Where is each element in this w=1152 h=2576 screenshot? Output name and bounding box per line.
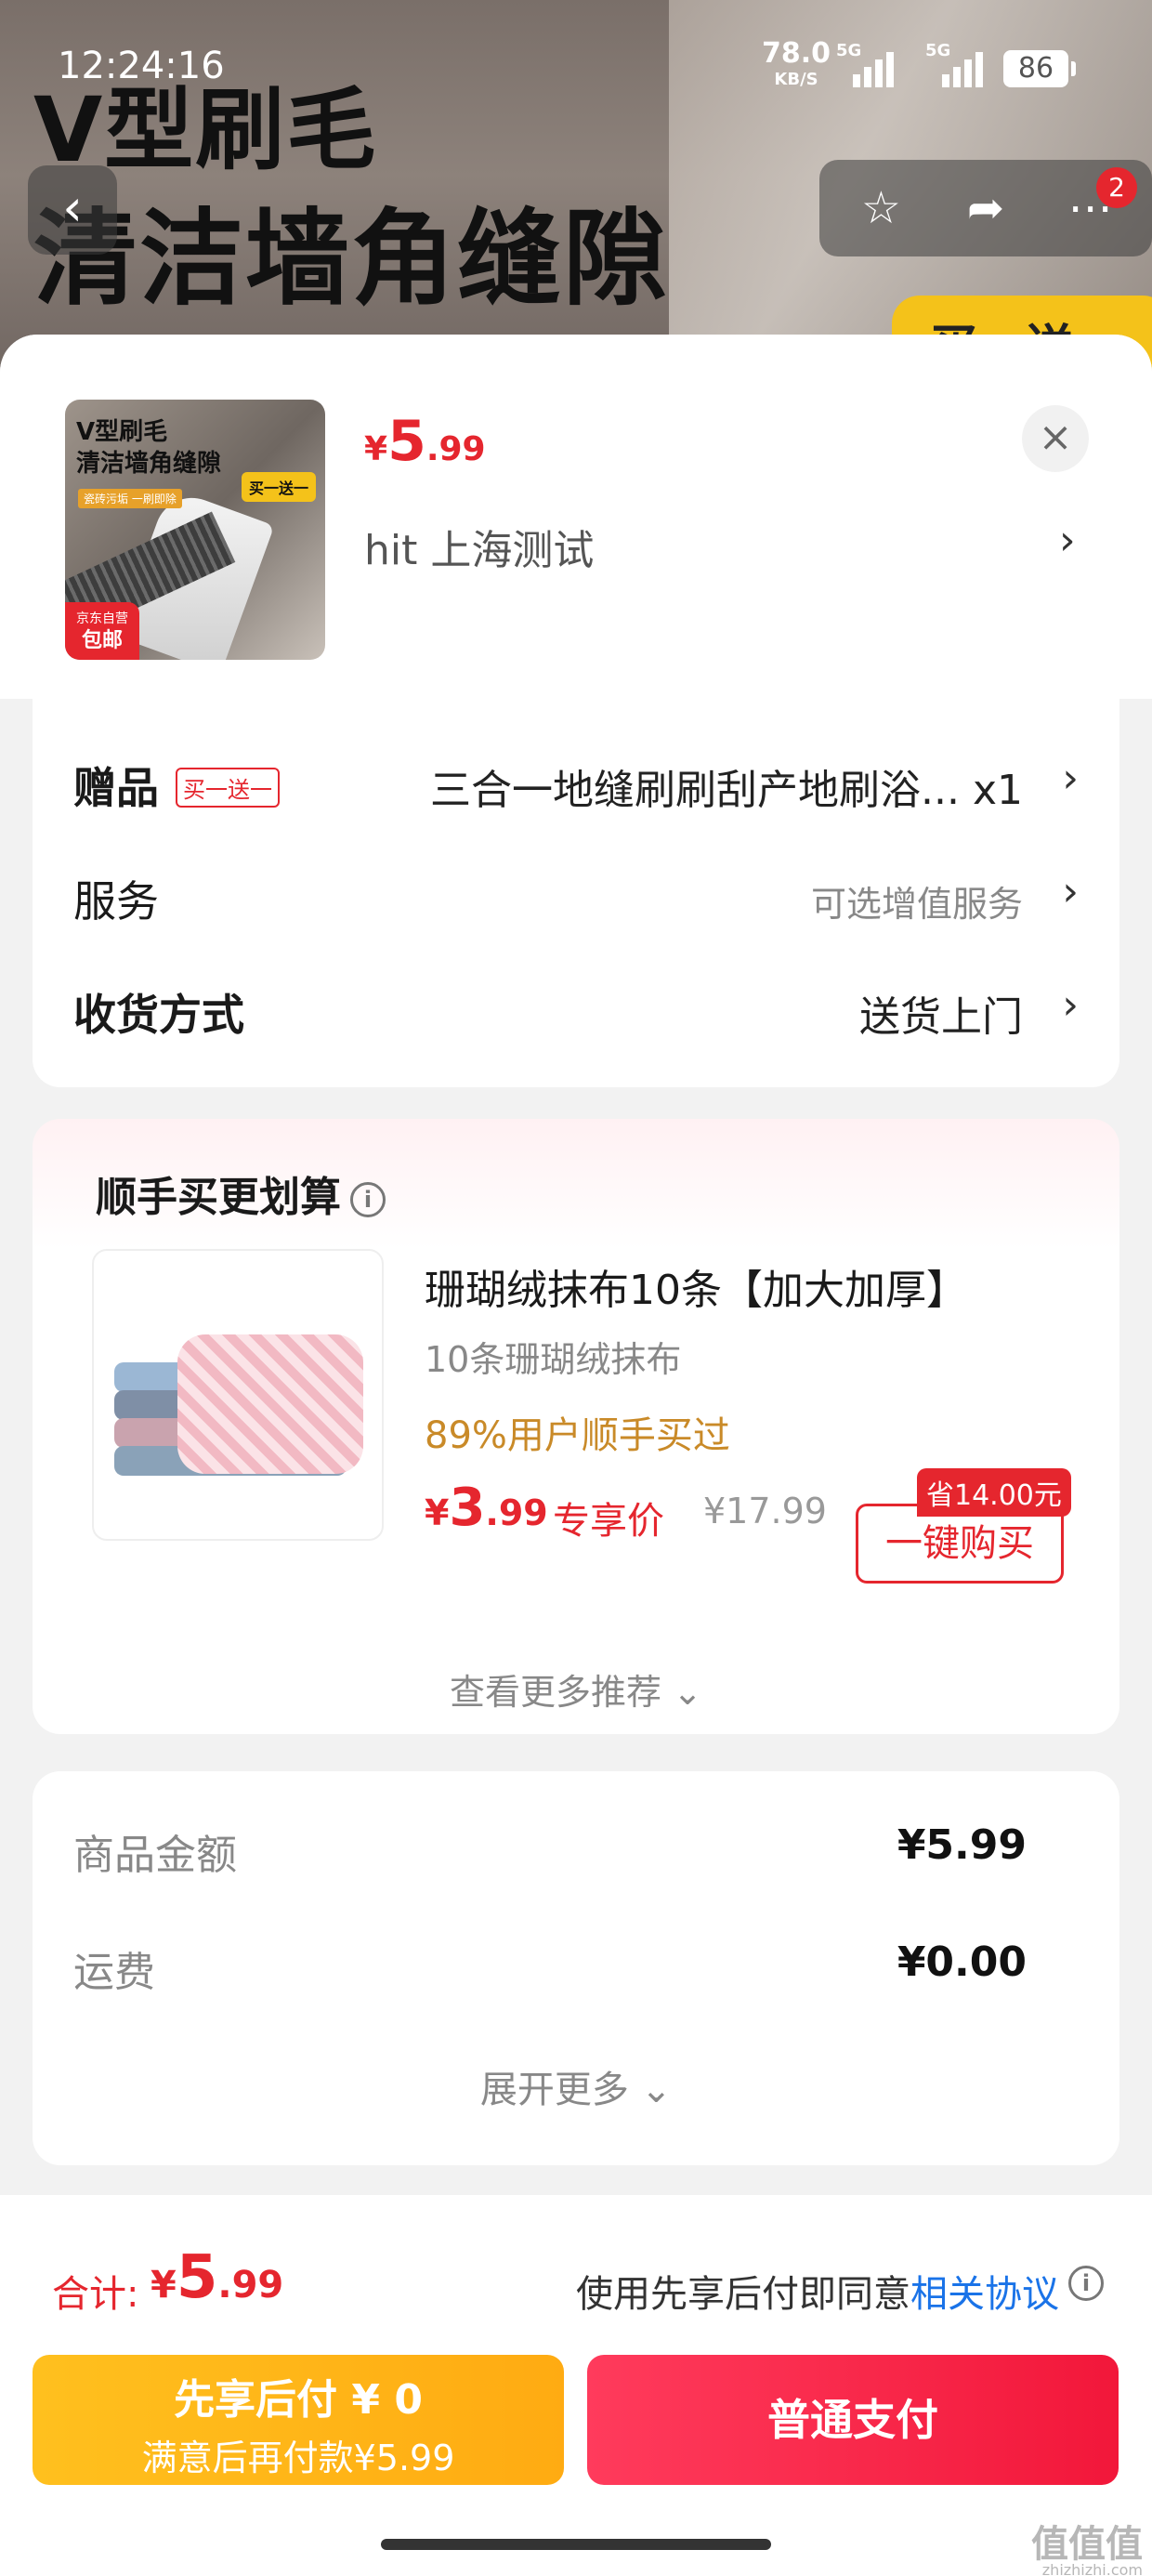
agreement-link[interactable]: 相关协议 [910, 2273, 1059, 2316]
goods-amount-label: 商品金额 [73, 1832, 237, 1879]
recommend-product-spec: 10条珊瑚绒抹布 [425, 1339, 682, 1380]
gift-row[interactable]: 赠品 买一送一 三合一地缝刷刷刮产地刷浴... x1 › [73, 743, 1079, 818]
star-icon[interactable]: ☆ [839, 182, 923, 234]
goods-amount-value: ¥5.99 [897, 1821, 1027, 1869]
recommend-price: ¥3.99 [425, 1478, 548, 1538]
close-icon[interactable]: × [1022, 405, 1089, 472]
recommend-product-image[interactable] [92, 1249, 384, 1541]
thumbnail-promo: 买一送一 [241, 472, 316, 502]
notification-badge: 2 [1096, 167, 1137, 208]
back-arrow-icon[interactable]: ‹ [28, 165, 117, 255]
recommend-title: 顺手买更划算 i [96, 1163, 386, 1223]
chevron-right-icon: › [1062, 755, 1079, 802]
product-thumbnail[interactable]: V型刷毛 清洁墙角缝隙 瓷砖污垢 一刷即除 买一送一 京东自营 包邮 [65, 400, 325, 660]
recommend-sold-stat: 89%用户顺手买过 [425, 1414, 730, 1457]
freight-label: 运费 [73, 1949, 155, 1996]
backdrop-headline-2: 清洁墙角缝隙 [33, 199, 669, 320]
options-card: 赠品 买一送一 三合一地缝刷刷刮产地刷浴... x1 › 服务 可选增值服务 ›… [33, 699, 1119, 1087]
total-price: ¥5.99 [151, 2243, 284, 2312]
network-speed: 78.0 KB/S [762, 40, 831, 93]
share-icon[interactable]: ➦ [944, 182, 1028, 234]
gift-tag: 买一送一 [176, 768, 280, 808]
gift-label: 赠品 [73, 763, 159, 813]
summary-card: 商品金额 ¥5.99 运费 ¥0.00 展开更多 ⌄ [33, 1771, 1119, 2165]
delivery-value: 送货上门 [859, 993, 1023, 1041]
sheet-header: V型刷毛 清洁墙角缝隙 瓷砖污垢 一刷即除 买一送一 京东自营 包邮 ¥5.99… [0, 335, 1152, 699]
info-icon[interactable]: i [350, 1182, 386, 1217]
save-amount-badge: 省14.00元 [917, 1468, 1071, 1517]
network-speed-value: 78.0 [762, 37, 831, 70]
freight-value: ¥0.00 [897, 1939, 1027, 1986]
goods-amount-row: 商品金额 ¥5.99 [73, 1821, 1027, 1886]
service-value: 可选增值服务 [810, 884, 1023, 925]
pay-later-button[interactable]: 先享后付 ¥ 0 满意后再付款¥5.99 [33, 2355, 564, 2485]
thumbnail-tag: 瓷砖污垢 一刷即除 [78, 489, 182, 508]
service-row[interactable]: 服务 可选增值服务 › [73, 857, 1079, 931]
delivery-label: 收货方式 [73, 990, 244, 1040]
normal-pay-button[interactable]: 普通支付 [587, 2355, 1119, 2485]
network-speed-unit: KB/S [774, 70, 818, 89]
chevron-right-icon: › [1062, 981, 1079, 1029]
original-price: ¥17.99 [703, 1491, 827, 1531]
exclusive-price-label: 专享价 [553, 1500, 664, 1543]
recommend-card: 顺手买更划算 i 珊瑚绒抹布10条【加大加厚】 10条珊瑚绒抹布 89%用户顺手买… [33, 1119, 1119, 1734]
chevron-right-icon: › [1062, 868, 1079, 915]
recommend-product-name[interactable]: 珊瑚绒抹布10条【加大加厚】 [425, 1256, 967, 1316]
expand-more-link[interactable]: 展开更多 ⌄ [33, 2059, 1119, 2113]
home-indicator[interactable] [381, 2539, 771, 2550]
agreement-text: 使用先享后付即同意相关协议 [576, 2273, 1059, 2316]
freight-row: 运费 ¥0.00 [73, 1939, 1027, 2004]
battery-icon: 86 [1003, 50, 1076, 87]
status-bar: 12:24:16 78.0 KB/S 5G 5G 86 [0, 0, 1152, 130]
status-time: 12:24:16 [58, 45, 225, 87]
pay-later-title: 先享后付 ¥ 0 [174, 2376, 423, 2424]
chevron-right-icon[interactable]: › [1059, 517, 1076, 564]
watermark: 值值值 zhizhizhi.com [1031, 2523, 1143, 2576]
signal-icon-2: 5G [925, 41, 983, 87]
service-label: 服务 [73, 876, 159, 927]
signal-icon-1: 5G [836, 41, 894, 87]
bottom-action-bar: 合计: ¥5.99 使用先享后付即同意相关协议 i 先享后付 ¥ 0 满意后再付… [0, 2195, 1152, 2576]
thumbnail-headline: V型刷毛 清洁墙角缝隙 [76, 418, 222, 478]
more-recommendations-link[interactable]: 查看更多推荐 ⌄ [33, 1663, 1119, 1715]
gift-value: 三合一地缝刷刷刮产地刷浴... x1 [430, 767, 1023, 814]
product-price: ¥5.99 [364, 409, 486, 474]
total-label: 合计: [52, 2273, 139, 2316]
delivery-address[interactable]: hit 上海测试 [364, 517, 594, 576]
info-icon[interactable]: i [1068, 2266, 1104, 2301]
thumbnail-jd-badge: 京东自营 包邮 [65, 602, 139, 660]
delivery-row[interactable]: 收货方式 送货上门 › [73, 970, 1079, 1045]
pay-later-subtitle: 满意后再付款¥5.99 [141, 2438, 455, 2478]
